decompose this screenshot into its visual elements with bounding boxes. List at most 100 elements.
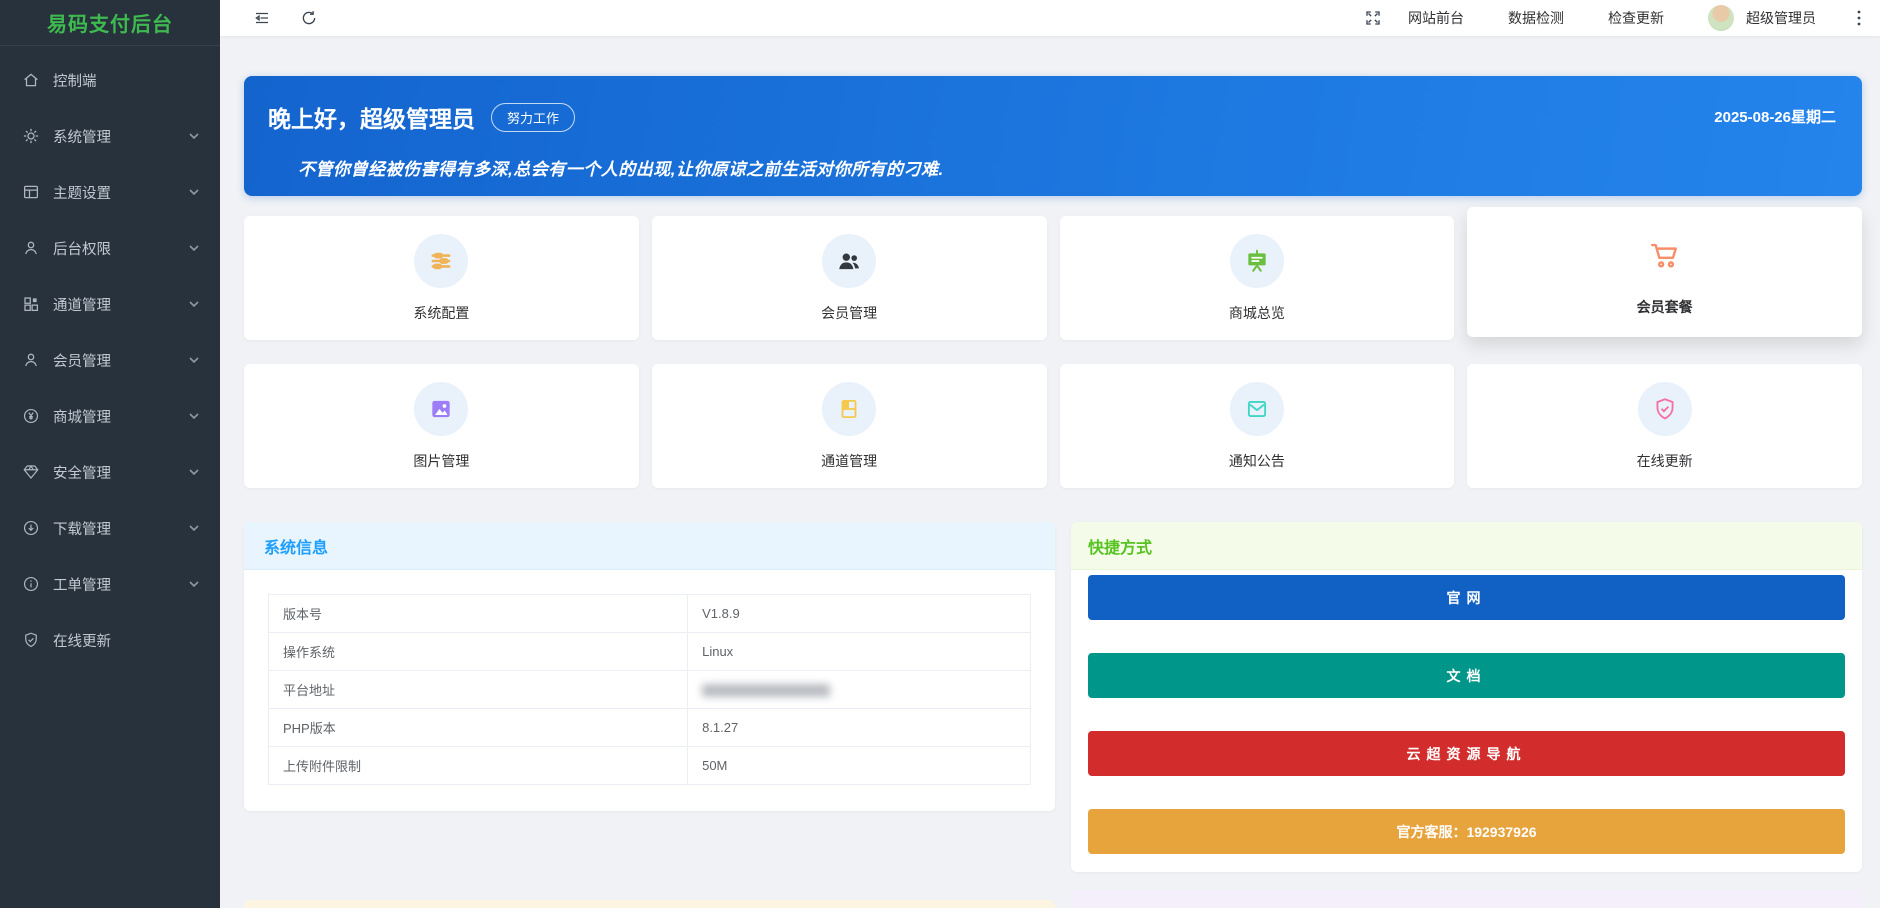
stats-panel: 数据统计 (1071, 890, 1862, 908)
docs-button[interactable]: 文档 (1088, 653, 1845, 698)
card-member-packages[interactable]: 会员套餐 (1467, 207, 1862, 337)
table-row: 版本号 V1.8.9 (269, 595, 1031, 633)
icon-circle (1230, 382, 1284, 436)
update-log-panel: 更新日志 (244, 900, 1055, 908)
sidebar-item-label: 商城管理 (53, 406, 188, 427)
current-user-name[interactable]: 超级管理员 (1746, 8, 1816, 28)
info-value-redacted (688, 671, 1031, 709)
sidebar-item-system[interactable]: 系统管理 (0, 108, 220, 164)
system-info-title: 系统信息 (244, 522, 1055, 570)
sidebar-item-theme[interactable]: 主题设置 (0, 164, 220, 220)
sidebar-item-update[interactable]: 在线更新 (0, 612, 220, 668)
sidebar-item-mall[interactable]: 商城管理 (0, 388, 220, 444)
redacted-value (702, 684, 830, 697)
daily-quote: 不管你曾经被伤害得有多深,总会有一个人的出现,让你原谅之前生活对你所有的刁难. (298, 155, 1838, 180)
card-image-manage[interactable]: 图片管理 (244, 364, 639, 488)
sidebar-menu: 控制端 系统管理 主题设置 后台权限 通 (0, 46, 220, 668)
topbar-link-checkupdate[interactable]: 检查更新 (1608, 8, 1664, 28)
shortcuts-panel: 快捷方式 官网 文档 云超资源导航 官方客服：192937926 (1071, 522, 1862, 872)
app-logo: 易码支付后台 (0, 0, 220, 46)
refresh-icon[interactable] (300, 9, 318, 27)
system-info-table: 版本号 V1.8.9 操作系统 Linux 平台地址 PHP版本 (268, 594, 1031, 785)
board-icon (1244, 248, 1270, 274)
system-info-panel: 系统信息 版本号 V1.8.9 操作系统 Linux 平台地址 (244, 522, 1055, 811)
chevron-down-icon (188, 578, 200, 590)
info-value: Linux (688, 633, 1031, 671)
sidebar-item-downloads[interactable]: 下载管理 (0, 500, 220, 556)
gear-icon (22, 127, 40, 145)
quick-cards-grid: 系统配置 会员管理 商城总览 会员套餐 图片管理 (244, 216, 1862, 488)
right-column: 快捷方式 官网 文档 云超资源导航 官方客服：192937926 数据统计 (1071, 522, 1862, 908)
mood-badge: 努力工作 (491, 103, 575, 132)
user-icon (22, 351, 40, 369)
users-icon (836, 248, 862, 274)
resource-nav-button[interactable]: 云超资源导航 (1088, 731, 1845, 776)
info-value: 50M (688, 747, 1031, 785)
sliders-icon (428, 248, 454, 274)
sidebar-item-label: 工单管理 (53, 574, 188, 595)
info-label: 版本号 (269, 595, 688, 633)
sidebar-item-control[interactable]: 控制端 (0, 52, 220, 108)
sidebar-item-members[interactable]: 会员管理 (0, 332, 220, 388)
sidebar-item-security[interactable]: 安全管理 (0, 444, 220, 500)
current-date: 2025-08-26星期二 (1714, 106, 1836, 127)
main-content: 晚上好，超级管理员 努力工作 不管你曾经被伤害得有多深,总会有一个人的出现,让你… (220, 36, 1880, 908)
support-qq-button[interactable]: 官方客服：192937926 (1088, 809, 1845, 854)
card-label: 在线更新 (1637, 451, 1693, 471)
card-online-update[interactable]: 在线更新 (1467, 364, 1862, 488)
chevron-down-icon (188, 466, 200, 478)
sidebar-item-channels[interactable]: 通道管理 (0, 276, 220, 332)
sidebar-item-label: 主题设置 (53, 182, 188, 203)
info-value: 8.1.27 (688, 709, 1031, 747)
chevron-down-icon (188, 130, 200, 142)
shortcuts-title: 快捷方式 (1071, 522, 1862, 570)
info-circle-icon (22, 575, 40, 593)
icon-circle (414, 382, 468, 436)
card-member-manage[interactable]: 会员管理 (652, 216, 1047, 340)
collapse-sidebar-icon[interactable] (253, 9, 271, 27)
sidebar-item-label: 系统管理 (53, 126, 188, 147)
sidebar-item-label: 安全管理 (53, 462, 188, 483)
topbar-right: 网站前台 数据检测 检查更新 超级管理员 (1364, 5, 1880, 31)
yen-circle-icon (22, 407, 40, 425)
shield-check-icon (22, 631, 40, 649)
info-label: 上传附件限制 (269, 747, 688, 785)
icon-circle (1638, 228, 1692, 282)
kebab-menu-icon[interactable] (1852, 9, 1866, 27)
avatar[interactable] (1708, 5, 1734, 31)
info-label: 平台地址 (269, 671, 688, 709)
card-label: 通知公告 (1229, 451, 1285, 471)
shield-check-icon (1652, 396, 1678, 422)
topbar-link-datacheck[interactable]: 数据检测 (1508, 8, 1564, 28)
table-row: 上传附件限制 50M (269, 747, 1031, 785)
sidebar-item-label: 后台权限 (53, 238, 188, 259)
card-announcements[interactable]: 通知公告 (1060, 364, 1455, 488)
icon-circle (1638, 382, 1692, 436)
sidebar-item-label: 控制端 (53, 70, 200, 91)
cart-icon (1648, 238, 1682, 272)
user-icon (22, 239, 40, 257)
greeting-text: 晚上好，超级管理员 (268, 100, 475, 134)
mail-icon (1244, 396, 1270, 422)
topbar-link-frontend[interactable]: 网站前台 (1408, 8, 1464, 28)
sidebar: 易码支付后台 控制端 系统管理 主题设置 后台权限 (0, 0, 220, 908)
sidebar-item-tickets[interactable]: 工单管理 (0, 556, 220, 612)
info-label: PHP版本 (269, 709, 688, 747)
left-column: 系统信息 版本号 V1.8.9 操作系统 Linux 平台地址 (244, 522, 1055, 908)
download-circle-icon (22, 519, 40, 537)
card-system-config[interactable]: 系统配置 (244, 216, 639, 340)
chevron-down-icon (188, 298, 200, 310)
chevron-down-icon (188, 354, 200, 366)
card-label: 会员管理 (821, 303, 877, 323)
card-label: 系统配置 (413, 303, 469, 323)
icon-circle (1230, 234, 1284, 288)
icon-circle (822, 382, 876, 436)
fullscreen-icon[interactable] (1364, 9, 1382, 27)
official-site-button[interactable]: 官网 (1088, 575, 1845, 620)
card-mall-overview[interactable]: 商城总览 (1060, 216, 1455, 340)
sidebar-item-label: 下载管理 (53, 518, 188, 539)
image-icon (428, 396, 454, 422)
card-label: 商城总览 (1229, 303, 1285, 323)
card-channel-manage[interactable]: 通道管理 (652, 364, 1047, 488)
sidebar-item-permissions[interactable]: 后台权限 (0, 220, 220, 276)
